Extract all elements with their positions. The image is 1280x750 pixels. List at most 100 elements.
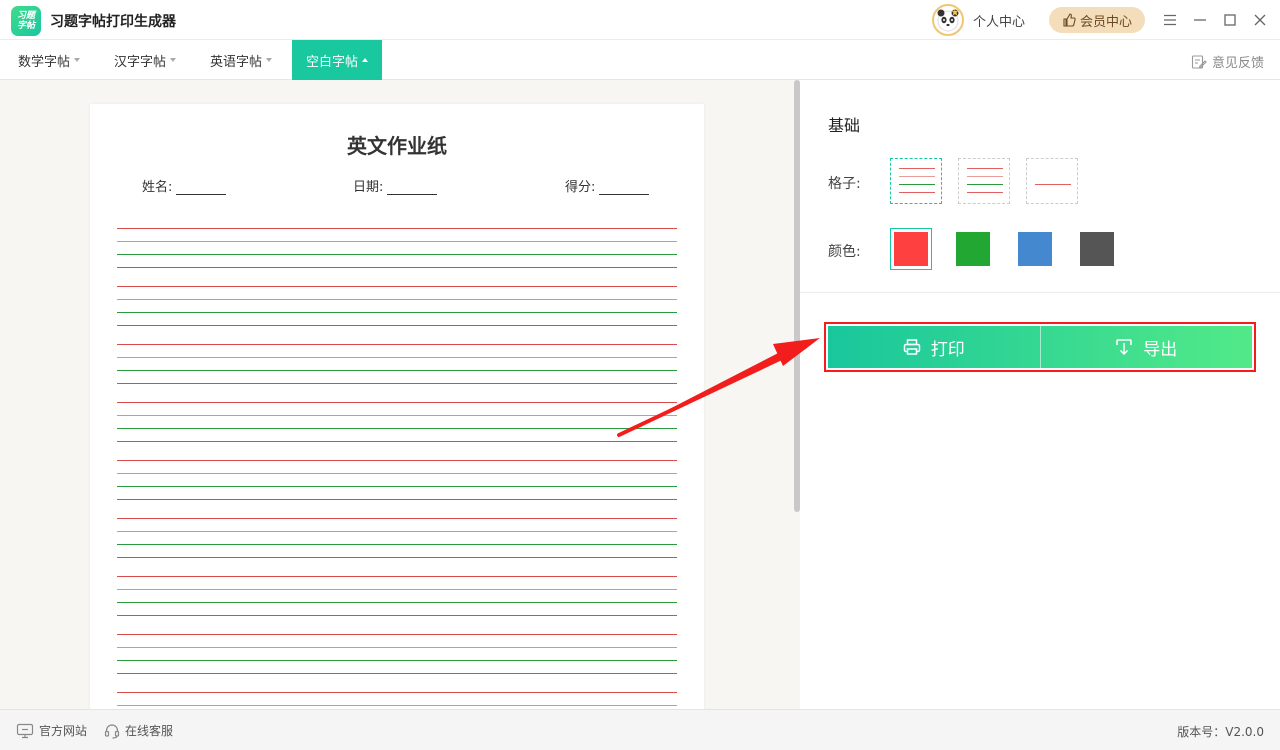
color-swatch bbox=[894, 232, 928, 266]
writing-line bbox=[117, 647, 677, 648]
logo-text-top: 习题 bbox=[16, 11, 35, 21]
app-title: 习题字帖打印生成器 bbox=[50, 14, 176, 30]
chevron-down-icon bbox=[170, 58, 177, 62]
writing-line bbox=[117, 518, 677, 519]
writing-line bbox=[117, 370, 677, 371]
tab-chinese-label: 汉字字帖 bbox=[114, 54, 167, 70]
writing-line bbox=[117, 299, 677, 300]
tab-bar: 数学字帖 汉字字帖 英语字帖 空白字帖 意见反馈 bbox=[0, 40, 1280, 80]
print-button[interactable]: 打印 bbox=[828, 326, 1040, 368]
chevron-up-icon bbox=[362, 58, 369, 62]
official-website-label: 官方网站 bbox=[39, 724, 88, 738]
online-service-link[interactable]: 在线客服 bbox=[104, 722, 173, 739]
headset-icon bbox=[104, 723, 120, 739]
thumbs-up-icon bbox=[1063, 13, 1076, 27]
writing-line bbox=[117, 241, 677, 242]
chevron-down-icon bbox=[266, 58, 273, 62]
export-icon bbox=[1116, 339, 1132, 356]
writing-line bbox=[117, 402, 677, 403]
writing-line bbox=[117, 228, 677, 229]
date-blank bbox=[387, 181, 438, 195]
hamburger-menu-icon bbox=[1164, 14, 1176, 26]
close-icon bbox=[1254, 14, 1266, 26]
grid-option-three-line[interactable] bbox=[958, 158, 1010, 204]
print-label: 打印 bbox=[930, 339, 965, 360]
grid-label: 格子: bbox=[828, 176, 861, 192]
color-swatch bbox=[1080, 232, 1114, 266]
writing-line bbox=[117, 325, 677, 326]
writing-line bbox=[117, 531, 677, 532]
minimize-button[interactable] bbox=[1190, 10, 1210, 30]
writing-line bbox=[117, 441, 677, 442]
grid-option-four-line[interactable] bbox=[890, 158, 942, 204]
version-label: 版本号：V2.0.0 bbox=[1177, 725, 1264, 739]
writing-line bbox=[117, 286, 677, 287]
maximize-icon bbox=[1224, 14, 1236, 26]
logo-text-bottom: 字帖 bbox=[16, 21, 35, 31]
avatar[interactable] bbox=[932, 4, 964, 36]
title-bar: 习题 字帖 习题字帖打印生成器 个人中心 会员中心 bbox=[0, 0, 1280, 40]
maximize-button[interactable] bbox=[1220, 10, 1240, 30]
edit-feedback-icon bbox=[1191, 54, 1207, 69]
writing-line bbox=[117, 557, 677, 558]
settings-panel: 基础 格子: 颜色: 打印 导出 bbox=[800, 80, 1280, 709]
feedback-label: 意见反馈 bbox=[1211, 56, 1264, 71]
app-logo: 习题 字帖 bbox=[11, 6, 41, 36]
writing-line bbox=[117, 312, 677, 313]
color-option-blue[interactable] bbox=[1014, 228, 1056, 270]
writing-line bbox=[117, 267, 677, 268]
writing-line bbox=[117, 589, 677, 590]
tab-math[interactable]: 数学字帖 bbox=[4, 40, 94, 80]
color-swatch bbox=[956, 232, 990, 266]
color-option-red[interactable] bbox=[890, 228, 932, 270]
export-label: 导出 bbox=[1143, 339, 1178, 360]
chevron-down-icon bbox=[74, 58, 81, 62]
tab-math-label: 数学字帖 bbox=[18, 54, 71, 70]
score-label: 得分: bbox=[565, 180, 596, 195]
color-option-green[interactable] bbox=[952, 228, 994, 270]
date-field: 日期: bbox=[353, 176, 438, 195]
status-bar: 官方网站 在线客服 版本号：V2.0.0 bbox=[0, 709, 1280, 750]
preview-area: 英文作业纸 姓名: 日期: 得分: bbox=[0, 80, 800, 709]
writing-line bbox=[117, 692, 677, 693]
personal-center-link[interactable]: 个人中心 bbox=[973, 11, 1025, 30]
tab-english-label: 英语字帖 bbox=[210, 54, 263, 70]
close-button[interactable] bbox=[1250, 10, 1270, 30]
color-swatch bbox=[1018, 232, 1052, 266]
action-highlight-box: 打印 导出 bbox=[824, 322, 1256, 372]
writing-line bbox=[117, 544, 677, 545]
vip-center-label: 会员中心 bbox=[1079, 14, 1132, 30]
writing-line bbox=[117, 473, 677, 474]
name-field: 姓名: bbox=[142, 176, 227, 195]
vip-center-button[interactable]: 会员中心 bbox=[1049, 7, 1145, 33]
tab-chinese[interactable]: 汉字字帖 bbox=[100, 40, 190, 80]
minimize-icon bbox=[1194, 19, 1206, 21]
section-title: 基础 bbox=[828, 116, 861, 135]
score-field: 得分: bbox=[565, 176, 650, 195]
export-button[interactable]: 导出 bbox=[1041, 326, 1253, 368]
writing-line bbox=[117, 415, 677, 416]
feedback-link[interactable]: 意见反馈 bbox=[1191, 52, 1264, 71]
writing-line bbox=[117, 254, 677, 255]
panda-avatar-icon bbox=[937, 8, 959, 32]
score-blank bbox=[599, 181, 650, 195]
name-blank bbox=[176, 181, 227, 195]
writing-line bbox=[117, 576, 677, 577]
action-bar: 打印 导出 bbox=[828, 326, 1252, 368]
menu-button[interactable] bbox=[1160, 10, 1180, 30]
tab-english[interactable]: 英语字帖 bbox=[196, 40, 286, 80]
grid-option-single-line[interactable] bbox=[1026, 158, 1078, 204]
tab-blank[interactable]: 空白字帖 bbox=[292, 40, 383, 80]
color-option-gray[interactable] bbox=[1076, 228, 1118, 270]
writing-line bbox=[117, 660, 677, 661]
paper-title: 英文作业纸 bbox=[347, 134, 447, 158]
printer-icon bbox=[903, 339, 920, 355]
writing-line bbox=[117, 673, 677, 674]
tab-blank-label: 空白字帖 bbox=[306, 54, 359, 70]
date-label: 日期: bbox=[353, 180, 384, 195]
writing-line bbox=[117, 357, 677, 358]
official-website-link[interactable]: 官方网站 bbox=[16, 722, 87, 739]
writing-line bbox=[117, 428, 677, 429]
writing-line bbox=[117, 460, 677, 461]
writing-line bbox=[117, 705, 677, 706]
